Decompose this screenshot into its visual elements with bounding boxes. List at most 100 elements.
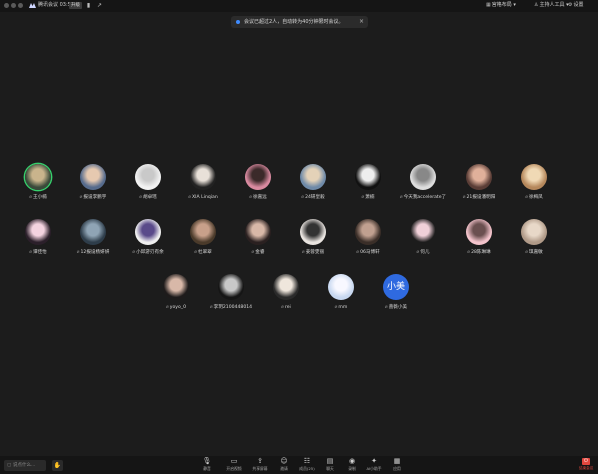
mic-muted-icon: ⌀	[525, 195, 528, 200]
upgrade-badge[interactable]: 升级	[69, 2, 82, 9]
tencent-meeting-logo-icon	[29, 3, 36, 8]
notice-text: 会议已超过2人，自动转为40分钟限时会议。	[244, 19, 344, 25]
participant-tile[interactable]: ⌀杜翠翠	[176, 219, 230, 265]
participant-name-text: 28陈琳琳	[471, 250, 491, 255]
participant-name: ⌀姜蓉雯丽	[286, 250, 340, 256]
participant-avatar	[466, 164, 492, 190]
participant-name: ⌀李玥2100448014	[204, 305, 258, 311]
participant-tile[interactable]: ⌀琪嘉敏	[507, 219, 561, 265]
participant-tile[interactable]: ⌀徐嘉远	[231, 164, 285, 210]
time-limit-notice: 会议已超过2人，自动转为40分钟限时会议。 ×	[231, 16, 368, 28]
participant-tile[interactable]: ⌀今天我accelerate了	[396, 164, 450, 210]
participant-name-text: XIA Linqian	[192, 195, 218, 200]
participant-tile[interactable]: ⌀姜蓉雯丽	[286, 219, 340, 265]
participant-tile[interactable]: ⌀何儿	[396, 219, 450, 265]
grid-icon: ▦	[486, 2, 491, 8]
raise-hand-icon[interactable]: ✋	[52, 460, 63, 471]
participant-tile[interactable]: ⌀24研皇毅	[286, 164, 340, 210]
minimize-window-button[interactable]	[11, 3, 16, 8]
mic-muted-icon: ⌀	[334, 305, 338, 310]
participant-tile[interactable]: ⌀萧楠	[341, 164, 395, 210]
gear-icon: ⚙	[568, 2, 573, 8]
participant-name: ⌀yoyo_0	[149, 305, 203, 311]
popout-icon[interactable]: ↗	[96, 2, 103, 9]
layout-menu[interactable]: ▦宫格布局 ▾	[486, 2, 516, 9]
participant-name-text: 徐梅凤	[528, 195, 543, 200]
participant-tile[interactable]: ⌀yoyo_0	[149, 274, 203, 320]
participant-tile[interactable]: 小美 ⌀蔷薇小美	[369, 274, 423, 320]
participant-name: ⌀mm	[314, 305, 368, 311]
participant-tile[interactable]: ⌀谭佳怡	[11, 219, 65, 265]
invite-button[interactable]: ☺ 邀请	[273, 457, 295, 473]
toolbar-button-label: 录制	[348, 466, 356, 471]
participant-tile[interactable]: ⌀mm	[314, 274, 368, 320]
participant-avatar	[410, 219, 436, 245]
info-icon	[236, 20, 240, 24]
participant-name-text: rei	[284, 305, 291, 310]
apps-button[interactable]: ▦ 应用	[386, 457, 408, 473]
participant-avatar	[328, 274, 354, 300]
record-button[interactable]: ◉ 录制	[341, 457, 363, 473]
meeting-toolbar: ▢ 说点什么... ✋ 🎙 静音 ▭ 开启视频 ⇪ 共享屏幕 ☺ 邀请 ☷ 成员(25) ▤ 聊天 ◉ 录…	[0, 456, 598, 474]
participant-name: ⌀何儿	[396, 250, 450, 256]
host-tools-menu[interactable]: ♙主持人工具 ▾	[534, 2, 569, 9]
participant-name-text: 王小楠	[32, 195, 47, 200]
apps-icon: ▦	[393, 457, 401, 465]
camera-button[interactable]: ▭ 开启视频	[223, 457, 245, 473]
participant-name-text: yoyo_0	[169, 305, 187, 310]
participant-tile[interactable]: ⌀XIA Linqian	[176, 164, 230, 210]
participant-tile[interactable]: ⌀胡卓瑶	[121, 164, 175, 210]
participant-tile[interactable]: ⌀28陈琳琳	[452, 219, 506, 265]
participant-tile[interactable]: ⌀金睿	[231, 219, 285, 265]
participant-avatar	[190, 164, 216, 190]
participant-avatar: 小美	[383, 274, 409, 300]
members-button[interactable]: ☷ 成员(25)	[296, 457, 318, 473]
mic-muted-icon: ⌀	[525, 250, 528, 255]
participant-tile[interactable]: ⌀06马博轩	[341, 219, 395, 265]
signal-icon[interactable]: ▮	[85, 2, 92, 9]
participant-name-text: 今天我accelerate了	[403, 195, 447, 200]
participant-name-text: 蔷薇小美	[388, 305, 408, 310]
participant-tile[interactable]: ⌀王小楠	[11, 164, 65, 210]
participant-name: ⌀琪嘉敏	[507, 250, 561, 256]
participant-name: ⌀杜翠翠	[176, 250, 230, 256]
participant-name-text: 李玥2100448014	[213, 305, 253, 310]
participant-avatar	[355, 219, 381, 245]
mic-muted-icon: ⌀	[188, 195, 191, 200]
participant-tile[interactable]: ⌀报设李鹏宇	[66, 164, 120, 210]
close-window-button[interactable]	[4, 3, 9, 8]
end-meeting-button[interactable]: ⏻ 结束会议	[579, 458, 593, 472]
participant-tile[interactable]: ⌀rei	[259, 274, 313, 320]
participant-tile[interactable]: ⌀李玥2100448014	[204, 274, 258, 320]
participant-avatar	[25, 219, 51, 245]
participant-tile[interactable]: ⌀小邱游刃有余	[121, 219, 175, 265]
participant-avatar	[521, 164, 547, 190]
participant-tile[interactable]: ⌀徐梅凤	[507, 164, 561, 210]
participant-avatar	[355, 164, 381, 190]
participant-tile[interactable]: ⌀21报设潘明阳	[452, 164, 506, 210]
chat-icon: ▤	[326, 457, 334, 465]
settings-button[interactable]: ⚙设置	[568, 2, 584, 9]
ai-assistant-button[interactable]: ✦ AI小助手	[363, 457, 385, 473]
participant-tile[interactable]: ⌀12报设杨妍妍	[66, 219, 120, 265]
participant-avatar	[245, 219, 271, 245]
mic-muted-icon: ⌀	[361, 195, 365, 200]
microphone-button[interactable]: 🎙 静音	[196, 457, 218, 473]
quick-chat-input[interactable]: ▢ 说点什么...	[4, 460, 46, 471]
toolbar-button-label: 聊天	[326, 466, 334, 471]
participant-name-text: 杜翠翠	[197, 250, 212, 255]
participant-name-text: 12报设杨妍妍	[80, 250, 110, 255]
close-notice-icon[interactable]: ×	[359, 18, 364, 26]
share-screen-button[interactable]: ⇪ 共享屏幕	[249, 457, 271, 473]
mic-muted-icon: ⌀	[249, 195, 252, 200]
chat-button[interactable]: ▤ 聊天	[319, 457, 341, 473]
mic-muted-icon: ⌀	[301, 250, 305, 255]
mic-muted-icon: ⌀	[209, 305, 213, 310]
maximize-window-button[interactable]	[18, 3, 23, 8]
participant-name: ⌀21报设潘明阳	[452, 195, 506, 201]
mic-muted-icon: ⌀	[194, 250, 197, 255]
participant-avatar	[466, 219, 492, 245]
participant-avatar	[80, 219, 106, 245]
members-icon: ☷	[303, 457, 311, 465]
mic-muted-icon: ⌀	[79, 195, 83, 200]
